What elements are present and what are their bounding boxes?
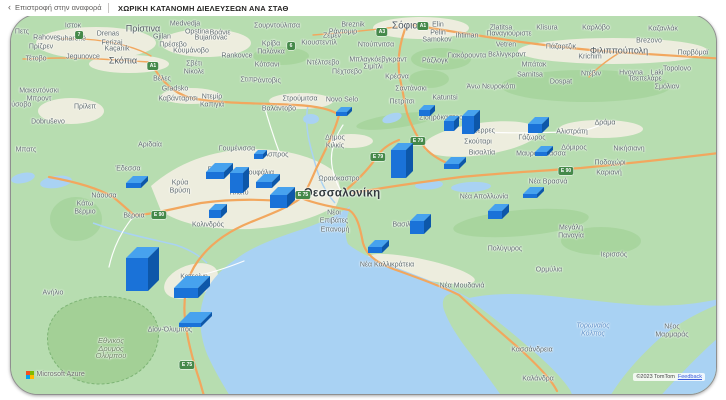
bar-side-face	[474, 110, 480, 134]
bar-front-face	[230, 173, 243, 193]
station-bar-3d[interactable]	[336, 107, 352, 116]
microsoft-logo-icon	[26, 371, 34, 379]
road-badge: A1	[147, 62, 158, 70]
bar-front-face	[462, 116, 474, 134]
road-badge: E 90	[151, 211, 166, 219]
back-to-report-button[interactable]: ‹ Επιστροφή στην αναφορά	[8, 3, 102, 12]
road-badge: A3	[376, 28, 387, 36]
bar-front-face	[368, 247, 382, 253]
bar-side-face	[243, 167, 249, 193]
microsoft-azure-logo: Microsoft Azure	[26, 371, 85, 379]
bar-front-face	[523, 194, 537, 198]
station-bar-3d[interactable]	[126, 176, 148, 188]
station-bar-3d[interactable]	[535, 146, 553, 156]
station-bar-3d[interactable]	[444, 157, 466, 169]
road-badge: E 79	[370, 153, 385, 161]
page-title: ΧΩΡΙΚΗ ΚΑΤΑΝΟΜΗ ΔΙΕΛΕΥΣΕΩΝ ΑΝΑ ΣΤΑΘ	[118, 4, 289, 13]
bar-front-face	[254, 154, 263, 159]
station-bar-3d[interactable]	[410, 214, 431, 234]
bar-front-face	[488, 211, 502, 219]
station-bar-3d[interactable]	[462, 110, 480, 134]
station-bar-3d[interactable]	[444, 116, 459, 131]
station-bar-3d[interactable]	[254, 150, 267, 159]
station-bar-3d[interactable]	[419, 105, 435, 116]
bar-front-face	[126, 183, 141, 188]
bar-front-face	[179, 323, 201, 327]
bar-front-face	[419, 110, 430, 116]
station-bar-3d[interactable]	[179, 312, 212, 327]
bar-front-face	[209, 210, 221, 218]
map-visual-frame: ΠετςΙστοκΠρίστιναDrenasMedvedjaΣουρντούλ…	[10, 14, 717, 395]
road-badge: 6	[287, 42, 295, 50]
bar-front-face	[336, 112, 347, 116]
back-to-report-label: Επιστροφή στην αναφορά	[15, 3, 102, 12]
station-bar-3d[interactable]	[209, 204, 227, 218]
road-badge: A1	[417, 22, 428, 30]
back-chevron-icon: ‹	[8, 4, 11, 11]
bar-front-face	[535, 152, 547, 156]
station-bar-3d[interactable]	[126, 247, 159, 291]
map-canvas[interactable]: ΠετςΙστοκΠρίστιναDrenasMedvedjaΣουρντούλ…	[10, 14, 717, 395]
header-divider	[108, 3, 109, 13]
bar-front-face	[206, 172, 224, 179]
bar-front-face	[410, 221, 424, 234]
bar-front-face	[444, 164, 459, 169]
road-badge: E 75	[179, 361, 194, 369]
basemap-terrain	[10, 14, 717, 395]
bar-front-face	[126, 258, 148, 291]
station-bar-3d[interactable]	[230, 167, 249, 193]
bar-front-face	[174, 288, 198, 298]
bar-front-face	[444, 121, 454, 131]
station-bar-3d[interactable]	[391, 143, 413, 178]
road-badge: 7	[75, 31, 83, 39]
bar-front-face	[528, 124, 542, 133]
feedback-link[interactable]: Feedback	[678, 374, 702, 380]
station-bar-3d[interactable]	[528, 117, 549, 133]
station-bar-3d[interactable]	[368, 240, 389, 253]
focus-mode-header: ‹ Επιστροφή στην αναφορά ΧΩΡΙΚΗ ΚΑΤΑΝΟΜΗ…	[0, 0, 726, 16]
map-attribution: ©2023 TomTom Feedback	[633, 373, 705, 381]
azure-label: Microsoft Azure	[37, 371, 85, 378]
station-bar-3d[interactable]	[174, 276, 210, 298]
station-bar-3d[interactable]	[523, 187, 544, 198]
station-bar-3d[interactable]	[270, 187, 295, 208]
station-bar-3d[interactable]	[488, 204, 509, 219]
bar-side-face	[406, 143, 413, 178]
bar-front-face	[270, 195, 287, 208]
bar-front-face	[391, 150, 406, 178]
station-bar-3d[interactable]	[256, 174, 280, 188]
road-badge: E 90	[558, 167, 573, 175]
road-badge: E 75	[295, 191, 310, 199]
map-copyright: ©2023 TomTom	[636, 374, 675, 380]
